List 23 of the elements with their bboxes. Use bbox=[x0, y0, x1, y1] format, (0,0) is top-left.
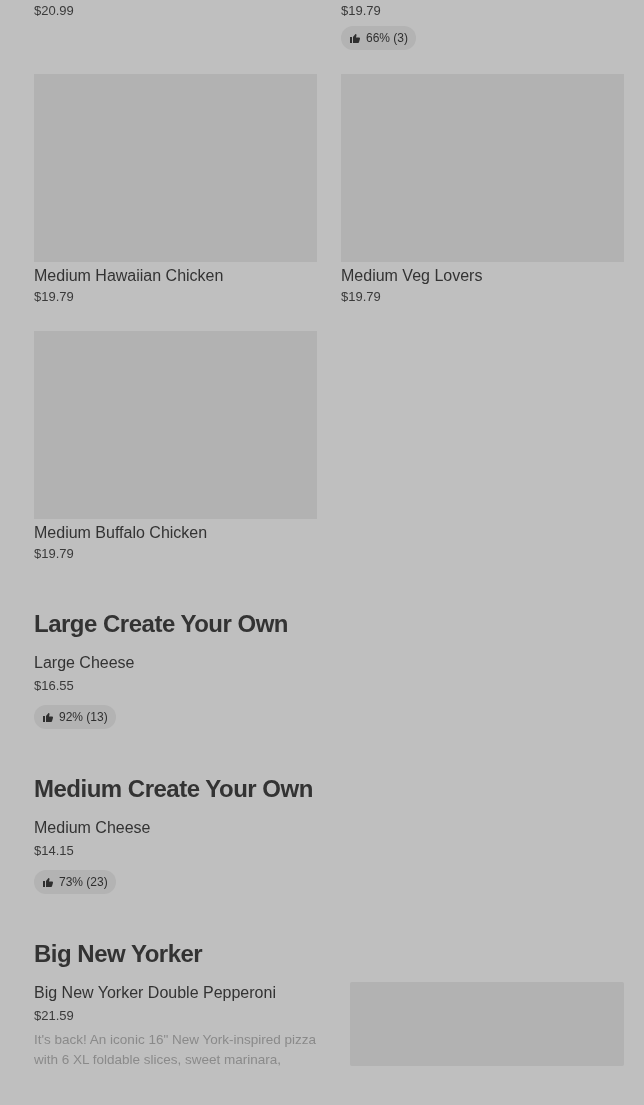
item-price: $19.79 bbox=[341, 2, 382, 20]
item-price: $20.99 bbox=[34, 2, 75, 20]
item-name[interactable]: Big New Yorker Double Pepperoni bbox=[34, 982, 332, 1004]
rating-text: 73% (23) bbox=[59, 874, 108, 891]
section-heading: Medium Create Your Own bbox=[34, 774, 314, 804]
item-price: $16.55 bbox=[34, 677, 75, 695]
item-price: $21.59 bbox=[34, 1007, 75, 1025]
item-name[interactable]: Medium Hawaiian Chicken bbox=[34, 265, 317, 287]
item-price: $19.79 bbox=[341, 288, 382, 306]
item-name[interactable]: Medium Veg Lovers bbox=[341, 265, 624, 287]
rating-text: 66% (3) bbox=[366, 30, 409, 47]
section-heading: Big New Yorker bbox=[34, 939, 204, 969]
item-name[interactable]: Medium Cheese bbox=[34, 817, 624, 839]
thumbs-up-icon bbox=[349, 32, 361, 44]
item-price: $19.79 bbox=[34, 545, 75, 563]
item-price: $14.15 bbox=[34, 842, 75, 860]
rating-text: 92% (13) bbox=[59, 709, 108, 726]
thumbs-up-icon bbox=[42, 876, 54, 888]
item-price: $19.79 bbox=[34, 288, 75, 306]
thumbs-up-icon bbox=[42, 711, 54, 723]
item-name[interactable]: Large Cheese bbox=[34, 652, 624, 674]
section-heading: Large Create Your Own bbox=[34, 609, 289, 639]
item-name[interactable]: Medium Buffalo Chicken bbox=[34, 522, 317, 544]
